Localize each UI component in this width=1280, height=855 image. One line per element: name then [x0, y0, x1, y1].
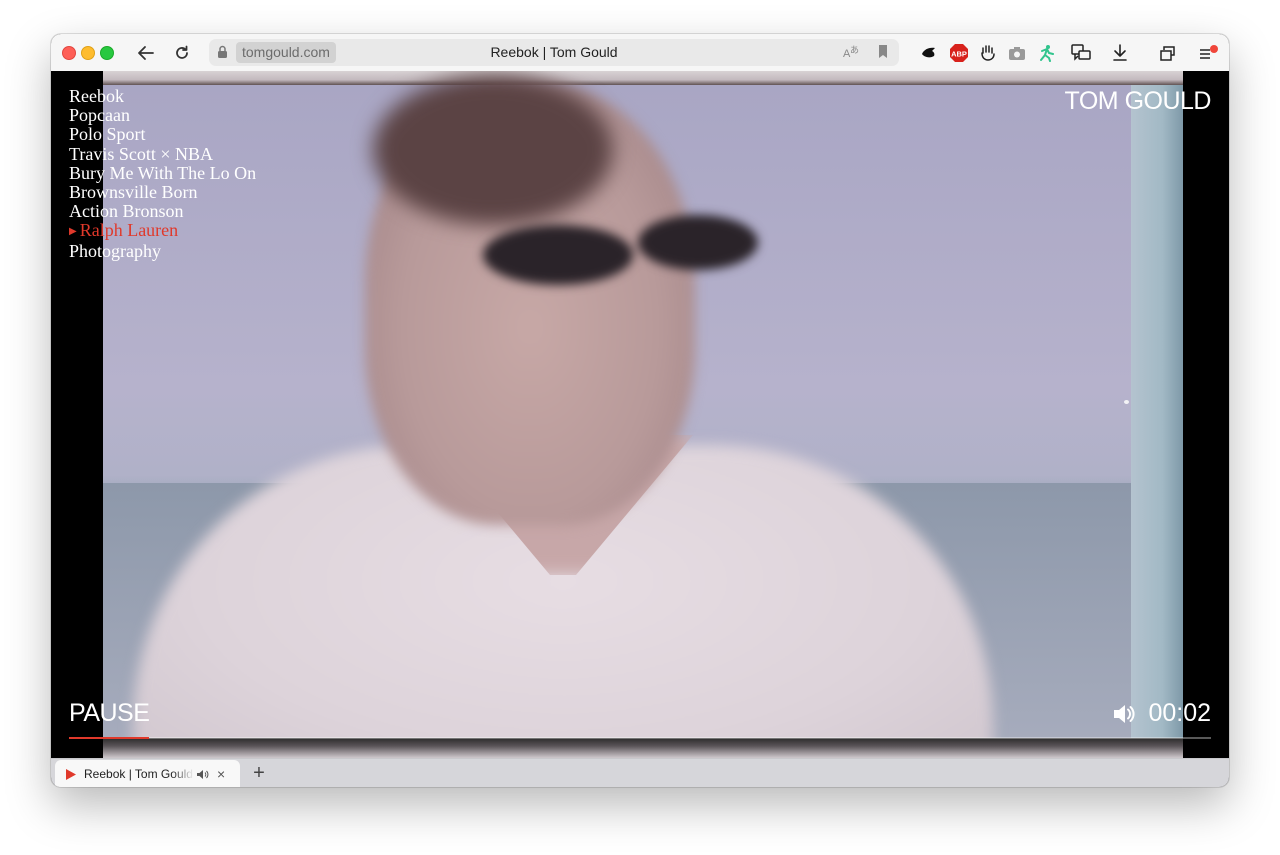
- player-controls: 00:02: [1112, 699, 1211, 728]
- menu-item-reebok[interactable]: Reebok: [69, 86, 256, 106]
- film-edge-bottom: [103, 738, 1183, 758]
- menu-item-action-bronson[interactable]: Action Bronson: [69, 202, 256, 221]
- tab-reebok[interactable]: Reebok | Tom Gould ×: [55, 760, 240, 787]
- pointer-extension-icon[interactable]: [918, 42, 940, 64]
- play-favicon-icon: [66, 768, 76, 780]
- zoom-window-button[interactable]: [100, 46, 114, 60]
- time-display: 00:02: [1148, 699, 1211, 727]
- film-edge-right: [1131, 85, 1183, 758]
- close-window-button[interactable]: [62, 46, 76, 60]
- svg-text:あ: あ: [850, 45, 859, 55]
- browser-toolbar: tomgould.com Reebok | Tom Gould Aあ ABP: [51, 34, 1229, 72]
- back-button[interactable]: [133, 40, 159, 66]
- camera-icon[interactable]: [1006, 42, 1028, 64]
- menu-item-popcaan[interactable]: Popcaan: [69, 106, 256, 125]
- video-frame[interactable]: [103, 75, 1183, 758]
- page-title: Reebok | Tom Gould: [490, 44, 618, 60]
- translate-icon[interactable]: Aあ: [843, 44, 861, 60]
- speaker-icon[interactable]: [196, 769, 209, 780]
- project-menu: Reebok Popcaan Polo Sport Travis Scott ×…: [69, 86, 256, 261]
- browser-window: tomgould.com Reebok | Tom Gould Aあ ABP R…: [51, 34, 1229, 787]
- menu-item-brownsville-born[interactable]: Brownsville Born: [69, 182, 256, 202]
- menu-item-ralph-lauren[interactable]: Ralph Lauren: [69, 221, 256, 241]
- video-sunglasses: [463, 215, 763, 285]
- tab-strip: Reebok | Tom Gould × +: [51, 758, 1229, 787]
- page-viewport: Reebok Popcaan Polo Sport Travis Scott ×…: [51, 71, 1229, 758]
- menu-item-bury-me-with-the-lo-on[interactable]: Bury Me With The Lo On: [69, 163, 256, 183]
- new-tab-button[interactable]: +: [248, 762, 270, 785]
- svg-text:ABP: ABP: [951, 50, 967, 59]
- address-bar[interactable]: tomgould.com Reebok | Tom Gould Aあ: [209, 39, 899, 66]
- pause-button[interactable]: PAUSE: [69, 699, 150, 728]
- progress-fill: [69, 737, 149, 739]
- reload-button[interactable]: [169, 40, 195, 66]
- film-speck: [1124, 400, 1129, 404]
- tab-label: Reebok | Tom Gould: [84, 767, 193, 781]
- runner-extension-icon[interactable]: [1035, 42, 1057, 64]
- feedback-icon[interactable]: [1070, 42, 1092, 64]
- hand-extension-icon[interactable]: [977, 42, 999, 64]
- menu-item-polo-sport[interactable]: Polo Sport: [69, 125, 256, 144]
- menu-icon[interactable]: [1198, 42, 1220, 64]
- bookmark-icon[interactable]: [877, 44, 889, 60]
- adblock-icon[interactable]: ABP: [948, 42, 970, 64]
- site-logo[interactable]: TOM GOULD: [1065, 87, 1212, 116]
- video-hair: [373, 75, 613, 225]
- download-icon[interactable]: [1109, 42, 1131, 64]
- share-icon[interactable]: [1157, 42, 1179, 64]
- close-tab-button[interactable]: ×: [217, 766, 225, 782]
- progress-bar[interactable]: [69, 737, 1211, 739]
- arrow-left-icon: [138, 46, 154, 60]
- volume-icon[interactable]: [1112, 703, 1136, 725]
- reload-icon: [176, 45, 188, 59]
- menu-item-photography[interactable]: Photography: [69, 241, 256, 261]
- minimize-window-button[interactable]: [81, 46, 95, 60]
- menu-item-travis-scott-nba[interactable]: Travis Scott × NBA: [69, 144, 256, 164]
